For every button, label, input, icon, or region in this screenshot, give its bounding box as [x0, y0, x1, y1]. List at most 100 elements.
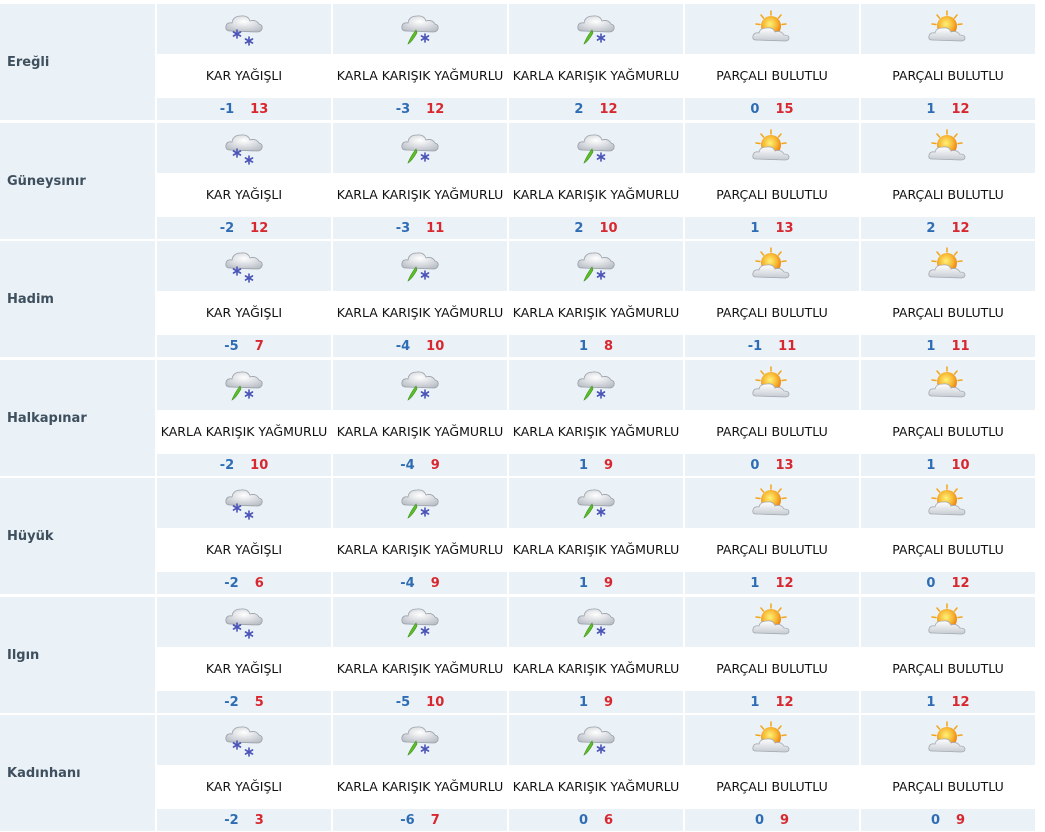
max-temperature: 9 [604, 694, 614, 710]
weather-description-text: PARÇALI BULUTLU [892, 305, 1004, 320]
max-temperature: 11 [778, 338, 797, 354]
city-name[interactable]: Ereğli [0, 4, 155, 120]
forecast-cell: KARLA KARIŞIK YAĞMURLU -4 10 [333, 241, 507, 357]
temperature-range: 2 10 [509, 217, 683, 239]
min-temperature: 2 [926, 220, 936, 236]
max-temperature: 9 [780, 812, 790, 828]
city-name[interactable]: Güneysınır [0, 123, 155, 239]
max-temperature: 12 [951, 575, 970, 591]
forecast-cell: KAR YAĞIŞLI -5 7 [157, 241, 331, 357]
sleet-icon [333, 241, 507, 291]
temperature-range: 1 12 [685, 572, 859, 594]
forecast-cell: KARLA KARIŞIK YAĞMURLU -5 10 [333, 597, 507, 713]
partly-cloudy-icon [861, 715, 1035, 765]
partly-cloudy-icon [685, 123, 859, 173]
forecast-cell: PARÇALI BULUTLU 0 9 [861, 715, 1035, 831]
weather-description: PARÇALI BULUTLU [861, 173, 1035, 217]
snow-icon [157, 241, 331, 291]
sleet-icon [509, 123, 683, 173]
max-temperature: 10 [426, 338, 445, 354]
weather-description: KAR YAĞIŞLI [157, 54, 331, 98]
weather-description-text: KARLA KARIŞIK YAĞMURLU [336, 424, 504, 439]
weather-description: PARÇALI BULUTLU [685, 647, 859, 691]
city-name[interactable]: Kadınhanı [0, 715, 155, 831]
temperature-range: 0 12 [861, 572, 1035, 594]
min-temperature: 0 [926, 575, 936, 591]
city-name[interactable]: Halkapınar [0, 360, 155, 476]
forecast-cell: PARÇALI BULUTLU 1 12 [685, 478, 859, 594]
weather-description: PARÇALI BULUTLU [861, 410, 1035, 454]
snow-icon [157, 597, 331, 647]
weather-description: PARÇALI BULUTLU [861, 54, 1035, 98]
forecast-cell: KARLA KARIŞIK YAĞMURLU 1 9 [509, 478, 683, 594]
forecast-cell: KARLA KARIŞIK YAĞMURLU 1 8 [509, 241, 683, 357]
weather-description: PARÇALI BULUTLU [685, 765, 859, 809]
max-temperature: 9 [956, 812, 966, 828]
partly-cloudy-icon [685, 597, 859, 647]
temperature-range: -6 7 [333, 809, 507, 831]
temperature-range: 0 13 [685, 454, 859, 476]
temperature-range: 1 12 [861, 98, 1035, 120]
forecast-cell: KARLA KARIŞIK YAĞMURLU 1 9 [509, 597, 683, 713]
temperature-range: 1 10 [861, 454, 1035, 476]
partly-cloudy-icon [861, 360, 1035, 410]
max-temperature: 12 [250, 220, 269, 236]
temperature-range: -2 5 [157, 691, 331, 713]
weather-description: PARÇALI BULUTLU [685, 291, 859, 335]
forecast-cell: KAR YAĞIŞLI -2 3 [157, 715, 331, 831]
min-temperature: 1 [750, 220, 760, 236]
city-row: Güneysınır KAR YAĞIŞLI -2 12 KARLA KARIŞIK Y… [0, 123, 1036, 239]
sleet-icon [333, 478, 507, 528]
min-temperature: 1 [750, 694, 760, 710]
min-temperature: 2 [574, 220, 584, 236]
weather-description-text: KAR YAĞIŞLI [205, 542, 283, 557]
forecast-cell: KARLA KARIŞIK YAĞMURLU -3 12 [333, 4, 507, 120]
snow-icon [157, 715, 331, 765]
city-name[interactable]: Hüyük [0, 478, 155, 594]
city-row: Ereğli KAR YAĞIŞLI -1 13 KARLA KARIŞIK YAĞMU… [0, 4, 1036, 120]
forecast-cell: KAR YAĞIŞLI -2 5 [157, 597, 331, 713]
weather-description: KARLA KARIŞIK YAĞMURLU [509, 410, 683, 454]
min-temperature: 0 [750, 457, 760, 473]
weather-description: PARÇALI BULUTLU [861, 765, 1035, 809]
max-temperature: 6 [254, 575, 264, 591]
min-temperature: 1 [578, 338, 588, 354]
min-temperature: 1 [578, 457, 588, 473]
forecast-cell: KARLA KARIŞIK YAĞMURLU 1 9 [509, 360, 683, 476]
weather-description: KARLA KARIŞIK YAĞMURLU [333, 410, 507, 454]
city-name[interactable]: Ilgın [0, 597, 155, 713]
weather-description-text: KARLA KARIŞIK YAĞMURLU [336, 187, 504, 202]
min-temperature: -5 [395, 694, 411, 710]
weather-description-text: KARLA KARIŞIK YAĞMURLU [512, 305, 680, 320]
max-temperature: 12 [951, 220, 970, 236]
weather-description: KARLA KARIŞIK YAĞMURLU [509, 54, 683, 98]
forecast-cell: KARLA KARIŞIK YAĞMURLU -6 7 [333, 715, 507, 831]
temperature-range: -4 10 [333, 335, 507, 357]
sleet-icon [333, 715, 507, 765]
weather-description-text: PARÇALI BULUTLU [716, 68, 828, 83]
city-name[interactable]: Hadim [0, 241, 155, 357]
partly-cloudy-icon [861, 478, 1035, 528]
max-temperature: 9 [604, 457, 614, 473]
forecast-cell: PARÇALI BULUTLU 2 12 [861, 123, 1035, 239]
weather-description: KARLA KARIŞIK YAĞMURLU [509, 765, 683, 809]
max-temperature: 8 [604, 338, 614, 354]
min-temperature: 1 [578, 694, 588, 710]
weather-description: KARLA KARIŞIK YAĞMURLU [333, 765, 507, 809]
weather-description-text: PARÇALI BULUTLU [716, 424, 828, 439]
max-temperature: 10 [951, 457, 970, 473]
sleet-icon [509, 4, 683, 54]
weather-description-text: KARLA KARIŞIK YAĞMURLU [512, 187, 680, 202]
min-temperature: -2 [224, 694, 239, 710]
temperature-range: 09 [685, 809, 859, 831]
weather-description: PARÇALI BULUTLU [685, 410, 859, 454]
weather-description: PARÇALI BULUTLU [861, 647, 1035, 691]
weather-description: KAR YAĞIŞLI [157, 291, 331, 335]
min-temperature: 2 [574, 101, 584, 117]
weather-description-text: PARÇALI BULUTLU [892, 424, 1004, 439]
max-temperature: 13 [775, 220, 794, 236]
min-temperature: -3 [395, 220, 411, 236]
temperature-range: 06 [509, 809, 683, 831]
forecast-cell: PARÇALI BULUTLU -1 11 [685, 241, 859, 357]
partly-cloudy-icon [861, 597, 1035, 647]
